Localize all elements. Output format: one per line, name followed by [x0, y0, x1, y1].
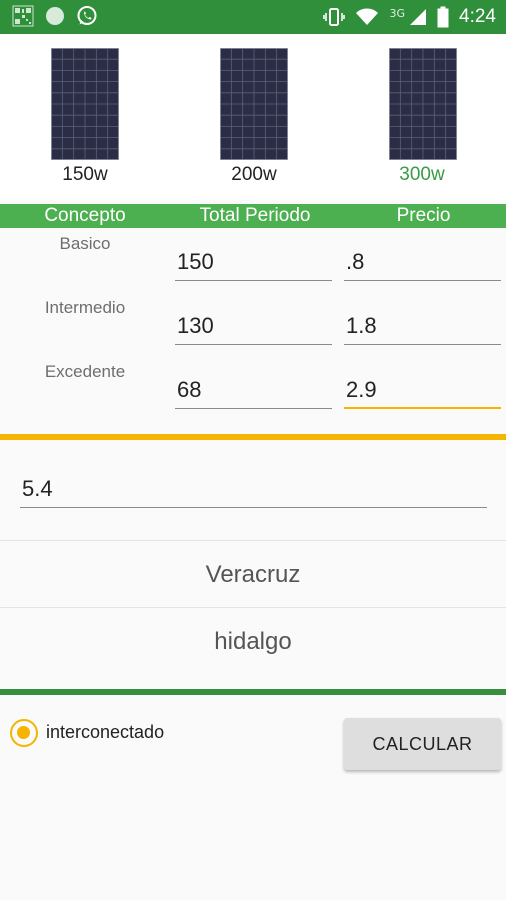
header-concepto: Concepto: [44, 205, 126, 226]
interconectado-radio[interactable]: [10, 719, 38, 747]
separator: [0, 607, 506, 608]
calcular-button[interactable]: CALCULAR: [344, 718, 501, 770]
qr-code-icon: [12, 5, 34, 27]
row-label-intermedio: Intermedio: [44, 298, 126, 317]
panel-option-300w[interactable]: 300w: [362, 164, 482, 186]
section-divider: [0, 434, 506, 440]
interconectado-label[interactable]: interconectado: [46, 722, 164, 743]
solar-panel-icon[interactable]: [219, 47, 289, 161]
signal-icon: [410, 9, 427, 25]
basico-total-input[interactable]: 150: [175, 247, 332, 281]
intermedio-price-input[interactable]: 1.8: [344, 311, 501, 345]
intermedio-total-input[interactable]: 130: [175, 311, 332, 345]
solar-panel-icon[interactable]: [50, 47, 120, 161]
panel-option-150w[interactable]: 150w: [25, 164, 145, 186]
value-input[interactable]: 5.4: [20, 472, 487, 508]
vibrate-icon: [323, 8, 346, 26]
circle-icon: [46, 7, 64, 25]
panel-selector: 150w 200w 300w: [0, 34, 506, 200]
header-total-periodo: Total Periodo: [199, 205, 311, 226]
section-divider: [0, 689, 506, 695]
row-label-excedente: Excedente: [44, 362, 126, 381]
radio-checked-icon: [17, 726, 30, 739]
wifi-icon: [356, 8, 379, 25]
row-label-basico: Basico: [59, 234, 111, 253]
header-precio: Precio: [396, 205, 451, 226]
status-bar: 3G 4:24: [0, 0, 506, 34]
excedente-price-input[interactable]: 2.9: [344, 375, 501, 409]
table-header: Concepto Total Periodo Precio: [0, 204, 506, 228]
network-type: 3G: [389, 6, 406, 20]
separator: [0, 540, 506, 541]
excedente-total-input[interactable]: 68: [175, 375, 332, 409]
location-option-hidalgo[interactable]: hidalgo: [0, 609, 506, 675]
location-option-veracruz[interactable]: Veracruz: [0, 542, 506, 608]
clock: 4:24: [459, 6, 496, 27]
whatsapp-icon: [77, 6, 97, 25]
basico-price-input[interactable]: .8: [344, 247, 501, 281]
solar-panel-icon[interactable]: [388, 47, 458, 161]
battery-icon: [437, 6, 449, 28]
panel-option-200w[interactable]: 200w: [194, 164, 314, 186]
